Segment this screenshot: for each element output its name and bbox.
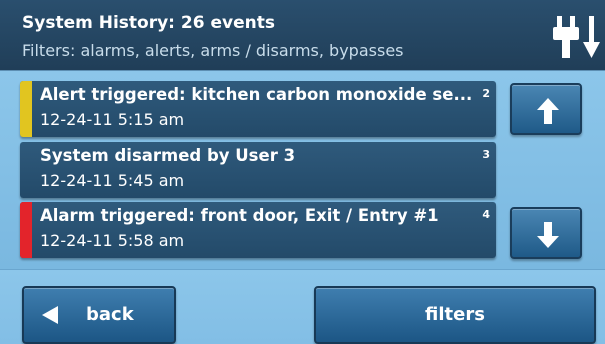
arrow-up-icon [537, 98, 559, 124]
event-time: 12-24-11 5:15 am [40, 110, 185, 129]
event-time: 12-24-11 5:58 am [40, 231, 185, 250]
triangle-left-icon [42, 306, 58, 324]
event-time: 12-24-11 5:45 am [40, 171, 185, 190]
event-text: Alert triggered: kitchen carbon monoxide… [40, 85, 473, 104]
event-list[interactable]: Alert triggered: kitchen carbon monoxide… [0, 71, 605, 269]
back-button[interactable]: back [22, 286, 176, 344]
event-severity-stripe [20, 81, 32, 137]
arrow-down-icon [537, 222, 559, 248]
event-row[interactable]: Alert triggered: kitchen carbon monoxide… [20, 81, 496, 137]
event-number: 3 [482, 148, 490, 161]
filters-summary: Filters: alarms, alerts, arms / disarms,… [22, 41, 404, 60]
screen: System History: 26 events Filters: alarm… [0, 0, 605, 344]
event-number: 2 [482, 87, 490, 100]
event-row[interactable]: Alarm triggered: front door, Exit / Entr… [20, 202, 496, 258]
event-number: 4 [482, 208, 490, 221]
event-severity-stripe [20, 202, 32, 258]
event-severity-stripe [20, 142, 32, 198]
filters-button[interactable]: filters [314, 286, 596, 344]
event-row[interactable]: System disarmed by User 3 12-24-11 5:45 … [20, 142, 496, 198]
footer-bar: back filters [0, 269, 605, 344]
scroll-down-button[interactable] [510, 207, 582, 259]
event-text: Alarm triggered: front door, Exit / Entr… [40, 206, 439, 225]
power-plug-icon [553, 16, 600, 58]
history-title: System History: 26 events [22, 13, 275, 33]
filters-button-label: filters [425, 304, 485, 325]
header-bar: System History: 26 events Filters: alarm… [0, 0, 605, 71]
back-button-label: back [86, 304, 134, 325]
scroll-up-button[interactable] [510, 83, 582, 135]
event-text: System disarmed by User 3 [40, 146, 296, 165]
